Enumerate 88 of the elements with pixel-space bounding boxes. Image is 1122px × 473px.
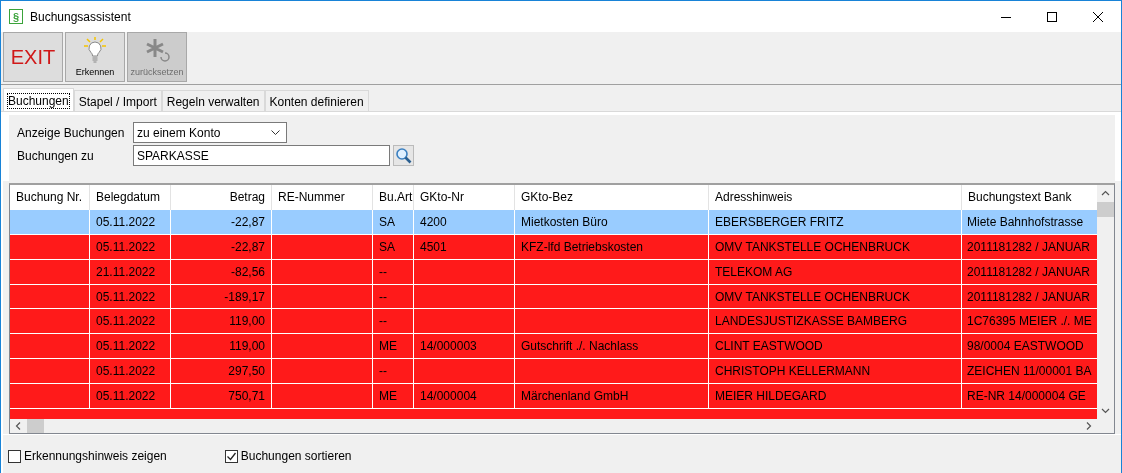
table-cell: ME: [379, 389, 397, 404]
table-row[interactable]: 05.11.2022 119,00 ME 14/000003 Gutschrift ./. Nachlass CLINT EASTWOOD 98/0004 EASTWOOD: [10, 334, 1097, 360]
column-header[interactable]: Buchung Nr.: [10, 185, 90, 210]
table-cell: -189,17: [224, 289, 265, 304]
scrollbar-thumb[interactable]: [1097, 202, 1114, 217]
table-cell: 05.11.2022: [96, 239, 156, 254]
tab[interactable]: Stapel / Import: [73, 90, 162, 112]
table-cell: RE-NR 14/000004 GE: [967, 389, 1086, 404]
table-cell: --: [379, 314, 387, 329]
table-cell: -22,87: [230, 214, 265, 229]
table-row[interactable]: 05.11.2022 -22,87 SA 4501 KFZ-lfd Betriebskosten OMV TANKSTELLE OCHENBRUCK 2011181282 / JANUAR: [10, 234, 1097, 260]
search-button[interactable]: [393, 145, 414, 166]
tab[interactable]: Konten definieren: [264, 90, 369, 112]
table-cell: -82,56: [230, 264, 265, 279]
table-cell: 2011181282 / JANUAR: [967, 239, 1090, 254]
chevron-down-icon: [271, 129, 280, 136]
column-header[interactable]: GKto-Nr: [414, 185, 515, 210]
table-row[interactable]: 21.11.2022 -82,56 -- TELEKOM AG 2011181282 / JANUAR: [10, 259, 1097, 285]
column-header[interactable]: Belegdatum: [90, 185, 171, 210]
table-cell: CLINT EASTWOOD: [715, 339, 823, 354]
table-cell: 297,50: [228, 364, 265, 379]
table-cell: SA: [379, 239, 395, 254]
table-cell: 98/0004 EASTWOOD: [967, 339, 1084, 354]
table-cell: 05.11.2022: [96, 314, 156, 329]
exit-button[interactable]: EXIT: [3, 32, 63, 82]
table-row[interactable]: 05.11.2022 750,71 ME 14/000004 Märchenland GmbH MEIER HILDEGARD RE-NR 14/000004 GE: [10, 384, 1097, 409]
account-field[interactable]: SPARKASSE: [133, 145, 390, 166]
table-cell: 21.11.2022: [96, 264, 156, 279]
table-cell: -22,87: [230, 239, 265, 254]
table-cell: --: [379, 364, 387, 379]
table-cell: CHRISTOPH KELLERMANN: [715, 364, 871, 379]
table-cell: OMV TANKSTELLE OCHENBRUCK: [715, 239, 910, 254]
scrollbar-thumb[interactable]: [27, 419, 44, 433]
table-cell: 05.11.2022: [96, 389, 156, 404]
table-cell: 119,00: [229, 339, 265, 354]
table-cell: ME: [379, 339, 397, 354]
table-row[interactable]: 05.11.2022 -22,87 SA 4200 Mietkosten Büro EBERSBERGER FRITZ Miete Bahnhofstrasse: [10, 209, 1097, 235]
table-row[interactable]: 05.11.2022 297,50 -- CHRISTOPH KELLERMANN ZEICHEN 11/00001 BA: [10, 359, 1097, 385]
close-icon[interactable]: [1093, 11, 1103, 22]
table-cell: SA: [379, 214, 395, 229]
table-cell: 4501: [420, 239, 447, 254]
table-cell: EBERSBERGER FRITZ: [715, 214, 844, 229]
table-cell: 1C76395 MEIER ./. ME: [967, 314, 1092, 329]
maximize-icon[interactable]: [1047, 11, 1057, 22]
checkbox-label: Buchungen sortieren: [240, 449, 352, 463]
window-title: Buchungsassistent: [30, 9, 132, 24]
checkbox[interactable]: [8, 449, 21, 463]
table-cell: 05.11.2022: [96, 364, 156, 379]
tab[interactable]: Buchungen: [3, 88, 74, 112]
display-dropdown[interactable]: zu einem Konto: [133, 122, 287, 143]
lightbulb-icon: [82, 37, 108, 65]
table-cell: 4200: [420, 214, 447, 229]
table-cell: Gutschrift ./. Nachlass: [521, 339, 639, 354]
table-cell: Miete Bahnhofstrasse: [967, 214, 1084, 229]
field-label: Anzeige Buchungen: [17, 124, 126, 142]
table-cell: MEIER HILDEGARD: [715, 389, 827, 404]
table-cell: Mietkosten Büro: [521, 214, 608, 229]
table-cell: --: [379, 289, 387, 304]
table-row[interactable]: 05.11.2022 -189,17 -- OMV TANKSTELLE OCHENBRUCK 2011181282 / JANUAR: [10, 284, 1097, 310]
table-cell: --: [379, 264, 387, 279]
checkbox-label: Erkennungshinweis zeigen: [24, 449, 167, 463]
table-cell: 2011181282 / JANUAR: [967, 264, 1090, 279]
column-header[interactable]: Betrag: [171, 185, 272, 210]
table-cell: 05.11.2022: [96, 339, 156, 354]
recognize-button[interactable]: Erkennen: [65, 32, 125, 82]
field-label: Buchungen zu: [17, 147, 95, 165]
checkbox[interactable]: [224, 449, 238, 463]
table-cell: 750,71: [228, 389, 265, 404]
table-cell: Märchenland GmbH: [521, 389, 629, 404]
column-header[interactable]: GKto-Bez: [515, 185, 709, 210]
table-row[interactable]: 05.11.2022 119,00 -- LANDESJUSTIZKASSE BAMBERG 1C76395 MEIER ./. ME: [10, 309, 1097, 335]
tab[interactable]: Regeln verwalten: [161, 90, 265, 112]
table-cell: 119,00: [229, 314, 265, 329]
table-cell: LANDESJUSTIZKASSE BAMBERG: [715, 314, 908, 329]
column-header[interactable]: Adresshinweis: [709, 185, 962, 210]
table-cell: 14/000003: [420, 339, 477, 354]
column-header[interactable]: Bu.Art: [373, 185, 414, 210]
table-cell: 2011181282 / JANUAR: [967, 289, 1090, 304]
table-cell: OMV TANKSTELLE OCHENBRUCK: [715, 289, 910, 304]
table-cell: 05.11.2022: [96, 289, 156, 304]
table-cell: 14/000004: [420, 389, 477, 404]
table-cell: TELEKOM AG: [715, 264, 793, 279]
app-icon: §: [9, 9, 23, 24]
table-cell: ZEICHEN 11/00001 BA: [967, 364, 1092, 379]
asterisk-undo-icon: [144, 37, 170, 65]
table-cell: 05.11.2022: [96, 214, 156, 229]
column-header[interactable]: RE-Nummer: [272, 185, 373, 210]
table-cell: KFZ-lfd Betriebskosten: [521, 239, 644, 254]
